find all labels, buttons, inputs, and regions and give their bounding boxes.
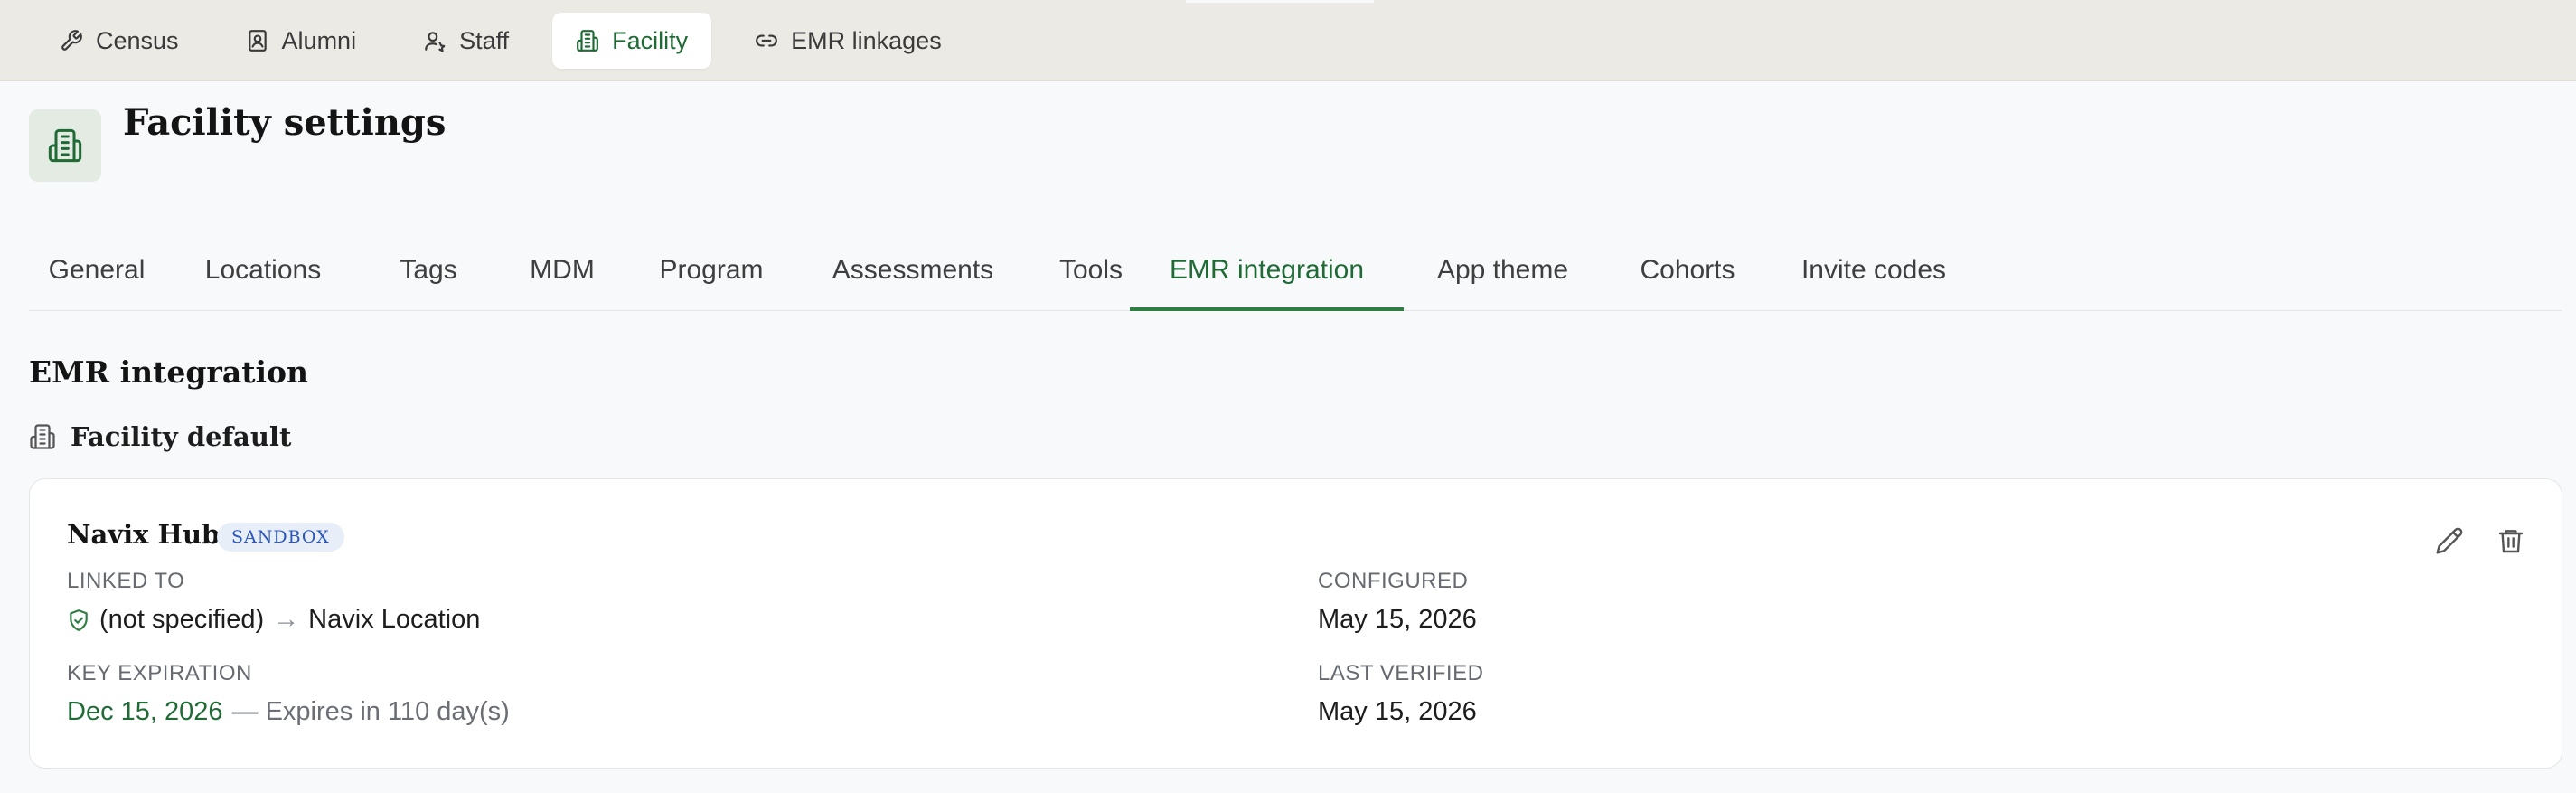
topnav-alumni[interactable]: Alumni (222, 13, 381, 69)
topnav-facility-label: Facility (612, 26, 689, 54)
linked-to-value: (not specified) → Navix Location (67, 605, 480, 635)
shield-check-icon (70, 609, 88, 631)
tab-cohorts[interactable]: Cohorts (1603, 241, 1772, 311)
tab-general[interactable]: General (29, 241, 165, 311)
facility-header-icon (29, 109, 101, 182)
edit-pencil-icon[interactable] (2435, 526, 2464, 555)
topnav-staff-label: Staff (459, 26, 510, 54)
topnav-emr-linkages-label: EMR linkages (791, 26, 942, 54)
topnav-alumni-label: Alumni (281, 26, 357, 54)
facility-default-heading: Facility default (29, 421, 291, 452)
settings-tabs: General Locations Tags MDM Program Asses… (29, 241, 2562, 311)
top-nav: Census Alumni Staff Facility EMR linkage… (36, 13, 965, 69)
last-verified-value: May 15, 2026 (1318, 697, 1477, 726)
environment-badge: SANDBOX (217, 523, 344, 552)
configured-label: CONFIGURED (1318, 569, 1469, 593)
wrench-icon (61, 30, 82, 51)
last-verified-label: LAST VERIFIED (1318, 661, 1484, 685)
building-icon (30, 424, 55, 449)
linked-location: Navix Location (308, 605, 481, 634)
integration-name: Navix Hub (67, 519, 221, 550)
tab-invite-codes[interactable]: Invite codes (1767, 241, 1980, 311)
top-navigation-bar: Census Alumni Staff Facility EMR linkage… (0, 0, 2576, 81)
contact-card-icon (248, 30, 267, 52)
key-expiration-value: Dec 15, 2026 — Expires in 110 day(s) (67, 697, 510, 727)
key-expiration-date: Dec 15, 2026 (67, 697, 223, 726)
tab-assessments[interactable]: Assessments (791, 241, 1035, 311)
topnav-census[interactable]: Census (36, 13, 202, 69)
key-expiration-note: — Expires in 110 day(s) (231, 697, 510, 726)
tab-mdm[interactable]: MDM (503, 241, 622, 311)
emr-integration-card: Navix Hub SANDBOX LINKED TO (not specifi… (29, 478, 2562, 769)
topnav-facility[interactable]: Facility (552, 13, 712, 69)
building-icon (577, 30, 599, 52)
topnav-census-label: Census (96, 26, 179, 54)
topnav-emr-linkages[interactable]: EMR linkages (731, 13, 965, 69)
configured-value: May 15, 2026 (1318, 605, 1477, 634)
tab-program[interactable]: Program (626, 241, 796, 311)
tab-locations[interactable]: Locations (185, 241, 341, 311)
tab-app-theme[interactable]: App theme (1401, 241, 1604, 311)
linked-to-label: LINKED TO (67, 569, 185, 593)
topnav-staff[interactable]: Staff (400, 13, 532, 69)
subsection-label: Facility default (71, 421, 292, 452)
page-title: Facility settings (123, 101, 447, 144)
section-title: EMR integration (29, 354, 308, 390)
building-icon (48, 128, 82, 163)
arrow-right-icon: → (273, 605, 300, 634)
tab-tags[interactable]: Tags (375, 241, 482, 311)
link-icon (756, 34, 777, 47)
linked-from: (not specified) (99, 605, 265, 634)
tab-emr-integration[interactable]: EMR integration (1130, 241, 1404, 311)
user-icon (425, 32, 446, 52)
topbar-notch (1186, 0, 1374, 3)
card-actions (2435, 526, 2525, 555)
delete-trash-icon[interactable] (2496, 526, 2525, 555)
key-expiration-label: KEY EXPIRATION (67, 661, 252, 685)
